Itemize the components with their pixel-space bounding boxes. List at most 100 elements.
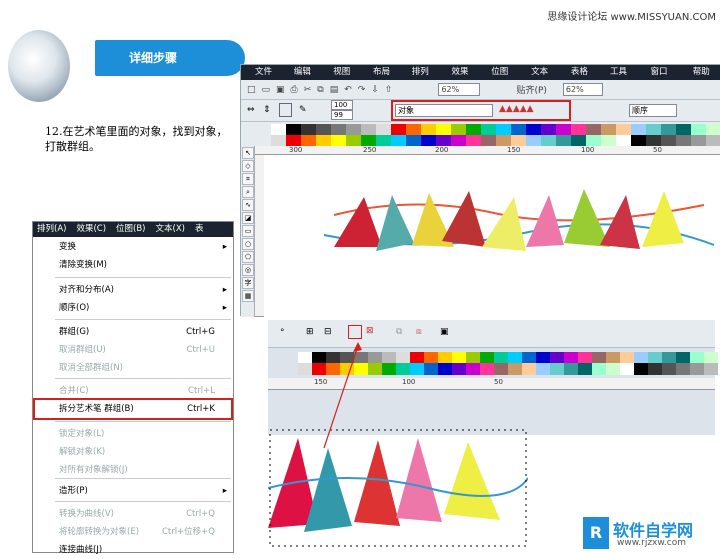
color-swatch[interactable] bbox=[662, 363, 676, 375]
menu-window[interactable]: 窗口(W) bbox=[651, 65, 681, 92]
copy-icon[interactable]: ⧉ bbox=[317, 85, 323, 95]
color-swatch[interactable] bbox=[382, 363, 396, 375]
mirror-v-icon[interactable]: ⇕ bbox=[263, 105, 271, 115]
color-swatch[interactable] bbox=[634, 363, 648, 375]
color-swatch[interactable] bbox=[690, 363, 704, 375]
zoom-tool-icon[interactable]: ⌕ bbox=[242, 186, 254, 198]
shape-tool-icon[interactable]: ◇ bbox=[242, 160, 254, 172]
color-swatch[interactable] bbox=[410, 363, 424, 375]
color-swatch[interactable] bbox=[438, 363, 452, 375]
color-swatch[interactable] bbox=[648, 363, 662, 375]
new-icon[interactable]: □ bbox=[247, 85, 256, 95]
mirror-h-icon[interactable]: ⇔ bbox=[247, 105, 255, 115]
polygon-tool-icon[interactable]: ⬠ bbox=[242, 251, 254, 263]
menu-item[interactable]: 对所有对象解锁(J) bbox=[33, 461, 233, 479]
color-swatch[interactable] bbox=[396, 363, 410, 375]
color-swatch[interactable] bbox=[494, 363, 508, 375]
lock-icon[interactable] bbox=[279, 103, 292, 117]
menu-item[interactable]: 将轮廓转换为对象(E) Ctrl+位移+Q bbox=[33, 523, 233, 541]
menu-edit[interactable]: 编辑(E) bbox=[294, 65, 321, 92]
color-swatch[interactable] bbox=[564, 363, 578, 375]
combine-icon[interactable]: ⧉ bbox=[396, 327, 402, 337]
ungroup-icon[interactable]: ⊠ bbox=[366, 326, 374, 336]
snap-dropdown[interactable]: 贴齐(P) bbox=[516, 83, 546, 96]
menu-tools[interactable]: 工具(O) bbox=[610, 65, 639, 92]
menu-arrange[interactable]: 排列(A) bbox=[412, 65, 440, 92]
color-swatch[interactable] bbox=[704, 363, 718, 375]
menu-text[interactable]: 文本(X) bbox=[156, 222, 185, 237]
spiral-tool-icon[interactable]: ◎ bbox=[242, 264, 254, 276]
menu-item[interactable]: 转换为曲线(V) Ctrl+Q bbox=[33, 505, 233, 523]
color-palette[interactable] bbox=[241, 122, 720, 147]
color-swatch[interactable] bbox=[620, 363, 634, 375]
menu-item[interactable]: 变换 ▸ bbox=[33, 238, 233, 256]
color-swatch[interactable] bbox=[592, 363, 606, 375]
color-swatch[interactable] bbox=[508, 363, 522, 375]
menu-item[interactable]: 清除变换(M) bbox=[33, 256, 233, 274]
menu-file[interactable]: 文件(F) bbox=[255, 65, 282, 92]
save-icon[interactable]: ▣ bbox=[276, 85, 285, 95]
open-icon[interactable]: ▭ bbox=[262, 85, 271, 95]
color-swatch[interactable] bbox=[676, 363, 690, 375]
size-field-1[interactable]: 100 bbox=[331, 100, 353, 110]
menu-item[interactable]: 造形(P) ▸ bbox=[33, 482, 233, 500]
color-swatch[interactable] bbox=[578, 363, 592, 375]
menu-item[interactable]: 取消群组(U) Ctrl+U bbox=[33, 341, 233, 359]
menu-table-cut[interactable]: 表 bbox=[195, 222, 204, 237]
text-tool-icon[interactable]: 字 bbox=[242, 277, 254, 289]
menu-item[interactable]: 对齐和分布(A) ▸ bbox=[33, 281, 233, 299]
undo-icon[interactable]: ↶ bbox=[344, 85, 352, 95]
import-icon[interactable]: ⇩ bbox=[371, 85, 379, 95]
table-tool-icon[interactable]: ▦ bbox=[242, 290, 254, 302]
drawing-canvas[interactable] bbox=[264, 155, 720, 317]
menu-effects[interactable]: 效果(C) bbox=[451, 65, 479, 92]
zoom2-dropdown[interactable]: 62% bbox=[562, 83, 603, 96]
menu-effects[interactable]: 效果(C) bbox=[76, 222, 106, 237]
color-swatch[interactable] bbox=[368, 363, 382, 375]
color-swatch[interactable] bbox=[522, 363, 536, 375]
color-swatch[interactable] bbox=[466, 363, 480, 375]
menu-bitmaps[interactable]: 位图(B) bbox=[116, 222, 145, 237]
menu-item[interactable]: 锁定对象(L) bbox=[33, 425, 233, 443]
broken-apart-artwork[interactable] bbox=[268, 428, 528, 548]
smart-fill-icon[interactable]: ◪ bbox=[242, 212, 254, 224]
object-dropdown[interactable]: 对象 bbox=[395, 104, 493, 117]
cut-icon[interactable]: ✂ bbox=[304, 85, 312, 95]
menu-table[interactable]: 表格(T) bbox=[571, 65, 598, 92]
rectangle-tool-icon[interactable]: ▭ bbox=[242, 225, 254, 237]
pencil-icon[interactable]: ✎ bbox=[299, 105, 307, 115]
size-field-2[interactable]: 99 bbox=[331, 110, 353, 120]
party-hats-artwork[interactable] bbox=[264, 155, 720, 317]
freehand-tool-icon[interactable]: ∿ bbox=[242, 199, 254, 211]
color-swatch[interactable] bbox=[550, 363, 564, 375]
color-swatch[interactable] bbox=[536, 363, 550, 375]
artpen-sprayer-icons[interactable]: ▲▲▲▲▲ bbox=[499, 104, 534, 114]
menu-view[interactable]: 视图(V) bbox=[333, 65, 361, 92]
distribute-icon[interactable]: ⊟ bbox=[324, 327, 332, 337]
menu-item[interactable]: 群组(G) Ctrl+G bbox=[33, 323, 233, 341]
align-icon[interactable]: ⊞ bbox=[306, 327, 314, 337]
menu-item[interactable]: 顺序(O) ▸ bbox=[33, 299, 233, 317]
ellipse-tool-icon[interactable]: ○ bbox=[242, 238, 254, 250]
menu-arrange-open[interactable]: 排列(A) bbox=[37, 222, 66, 237]
trim-icon[interactable]: ⧈ bbox=[416, 327, 422, 337]
crop-tool-icon[interactable]: ⌗ bbox=[242, 173, 254, 185]
break-apart-icon[interactable] bbox=[348, 325, 362, 339]
color-swatch[interactable] bbox=[452, 363, 466, 375]
menu-bitmaps[interactable]: 位图(B) bbox=[491, 65, 519, 92]
color-swatch[interactable] bbox=[606, 363, 620, 375]
color-swatch[interactable] bbox=[298, 363, 312, 375]
redo-icon[interactable]: ↷ bbox=[358, 85, 366, 95]
export-icon[interactable]: ⇧ bbox=[385, 85, 393, 95]
paste-icon[interactable]: ▤ bbox=[330, 85, 339, 95]
print-icon[interactable]: ⎙ bbox=[291, 85, 298, 95]
order-dropdown[interactable]: 顺序 bbox=[629, 104, 677, 117]
menu-help[interactable]: 帮助(H) bbox=[693, 65, 720, 92]
to-back-icon[interactable]: ▣ bbox=[440, 327, 449, 337]
color-swatch[interactable] bbox=[424, 363, 438, 375]
menu-text[interactable]: 文本(X) bbox=[531, 65, 559, 92]
color-swatch[interactable] bbox=[480, 363, 494, 375]
pick-tool-icon[interactable]: ↖ bbox=[242, 147, 254, 159]
menu-item[interactable]: 解锁对象(K) bbox=[33, 443, 233, 461]
menu-item[interactable]: 连接曲线(J) bbox=[33, 541, 233, 559]
